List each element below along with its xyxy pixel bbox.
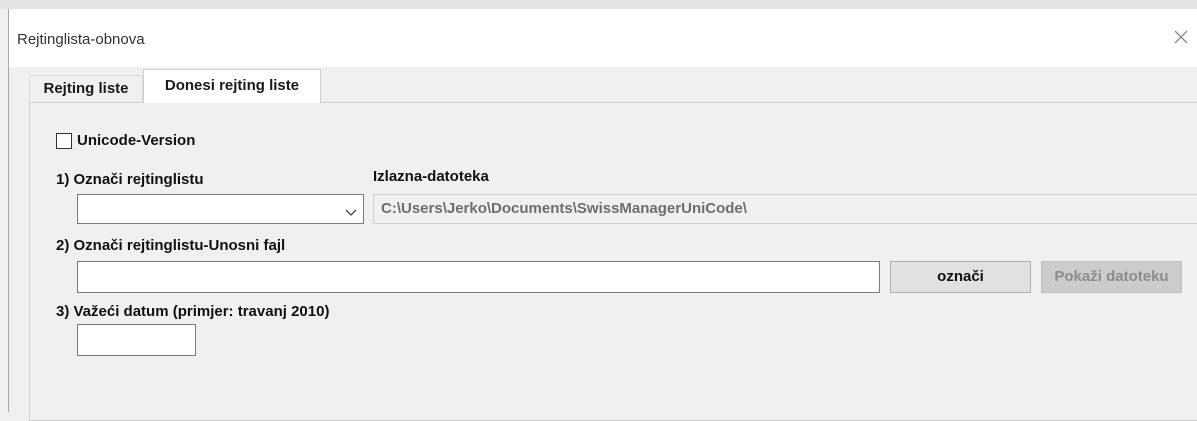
desktop-strip — [0, 0, 1197, 9]
tab-label: Donesi rejting liste — [164, 77, 300, 94]
select-file-button[interactable]: označi — [890, 261, 1031, 293]
show-file-button[interactable]: Pokaži datoteku — [1041, 261, 1182, 293]
dialog-window: Rejtinglista-obnova Rejting liste Donesi… — [8, 9, 1197, 421]
chevron-down-icon — [345, 204, 357, 216]
title-bar: Rejtinglista-obnova — [9, 9, 1197, 67]
output-file-label: Izlazna-datoteka — [373, 168, 489, 185]
output-file-field: C:\Users\Jerko\Documents\SwissManagerUni… — [373, 194, 1197, 224]
tab-panel: Unicode-Version 1) Označi rejtinglistu I… — [29, 102, 1197, 421]
step1-label: 1) Označi rejtinglistu — [56, 171, 204, 188]
window-title: Rejtinglista-obnova — [17, 31, 145, 48]
step3-label: 3) Važeći datum (primjer: travanj 2010) — [56, 303, 330, 320]
date-field[interactable] — [77, 324, 196, 356]
close-icon[interactable] — [1171, 27, 1191, 47]
rating-list-dropdown[interactable] — [77, 194, 364, 224]
tab-rejting-liste[interactable]: Rejting liste — [29, 75, 143, 102]
unicode-label: Unicode-Version — [77, 132, 196, 149]
input-file-field[interactable] — [77, 261, 880, 293]
tab-label: Rejting liste — [43, 80, 129, 97]
tab-donesi-rejting-liste[interactable]: Donesi rejting liste — [143, 69, 321, 103]
step2-label: 2) Označi rejtinglistu-Unosni fajl — [56, 237, 286, 254]
unicode-checkbox[interactable] — [56, 133, 72, 149]
